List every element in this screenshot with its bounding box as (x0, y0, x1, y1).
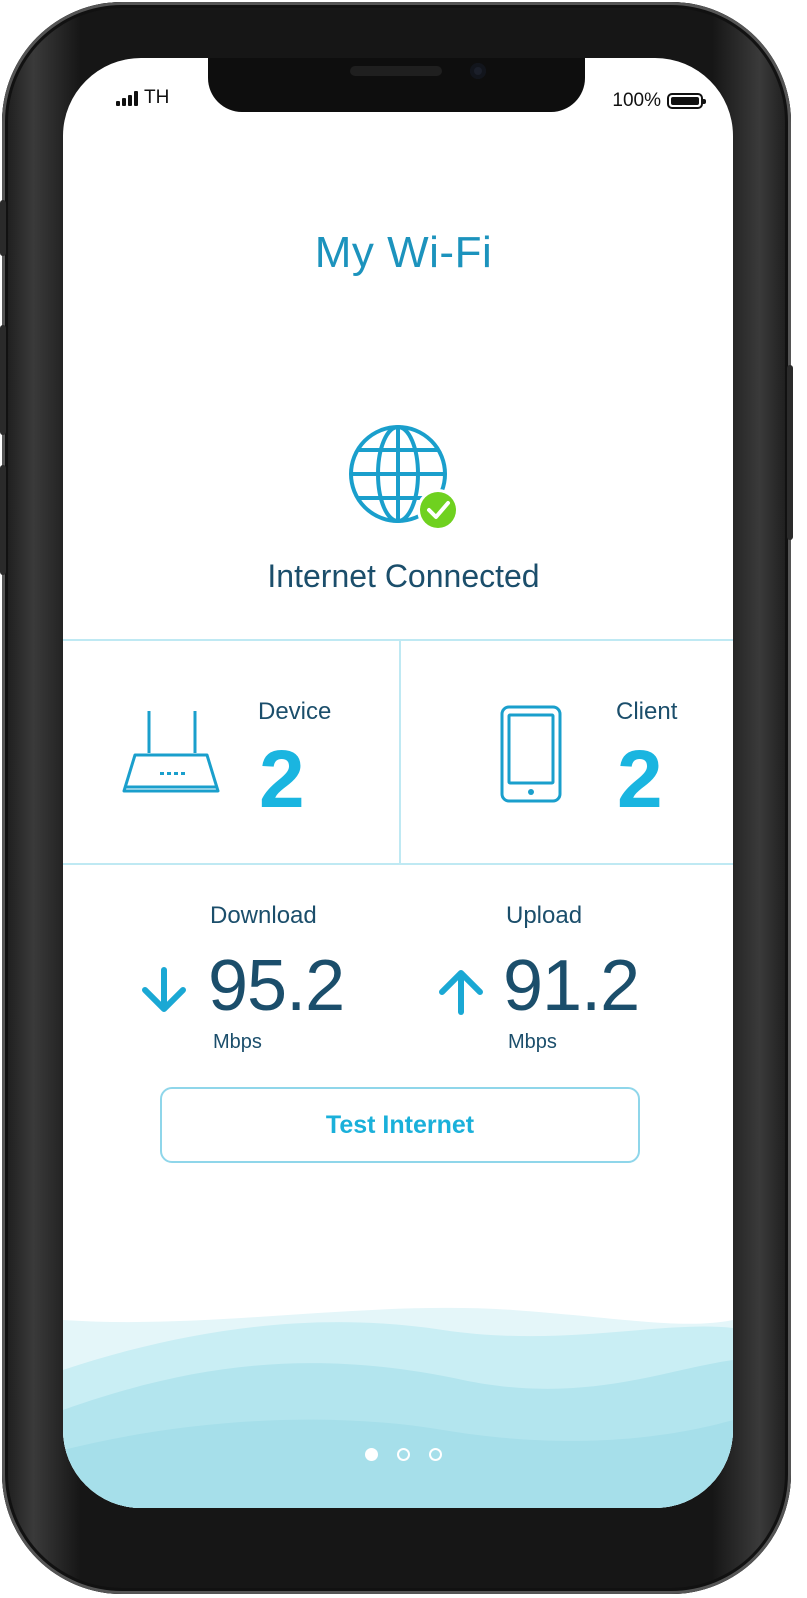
download-label: Download (210, 902, 317, 929)
device-label: Device (258, 698, 332, 725)
divider-bottom (63, 863, 733, 865)
connection-status: Internet Connected (267, 558, 540, 594)
router-icon (122, 711, 220, 793)
page-dot-1[interactable] (365, 1448, 378, 1461)
device-tile[interactable]: Device 2 (63, 641, 399, 863)
status-bar-right: 100% (612, 90, 706, 112)
page-dot-2[interactable] (397, 1448, 410, 1461)
power-button (787, 365, 793, 540)
device-count: 2 (259, 734, 305, 825)
wave-decoration (63, 1307, 733, 1508)
upload-value: 91.2 (503, 946, 640, 1026)
upload-unit: Mbps (508, 1031, 557, 1053)
test-internet-button[interactable]: Test Internet (160, 1087, 640, 1163)
front-camera (470, 63, 486, 79)
speaker-grille (350, 66, 442, 76)
arrow-up-icon (439, 970, 483, 1015)
arrow-down-icon (142, 967, 186, 1012)
download-value: 95.2 (208, 946, 345, 1026)
page-title: My Wi-Fi (314, 228, 493, 277)
globe-check-icon (348, 424, 464, 532)
client-label: Client (616, 698, 678, 725)
upload-label: Upload (506, 902, 583, 929)
carrier-name: TH (144, 87, 170, 108)
page-indicator (0, 1448, 807, 1461)
battery-icon (667, 93, 706, 109)
status-bar-left: TH (116, 87, 170, 108)
volume-up-button (0, 325, 6, 435)
battery-percent: 100% (612, 90, 661, 111)
signal-icon (116, 91, 138, 106)
smartphone-icon (500, 705, 562, 803)
client-count: 2 (617, 734, 663, 825)
client-tile[interactable]: Client 2 (401, 641, 733, 863)
page-dot-3[interactable] (429, 1448, 442, 1461)
download-unit: Mbps (213, 1031, 262, 1053)
